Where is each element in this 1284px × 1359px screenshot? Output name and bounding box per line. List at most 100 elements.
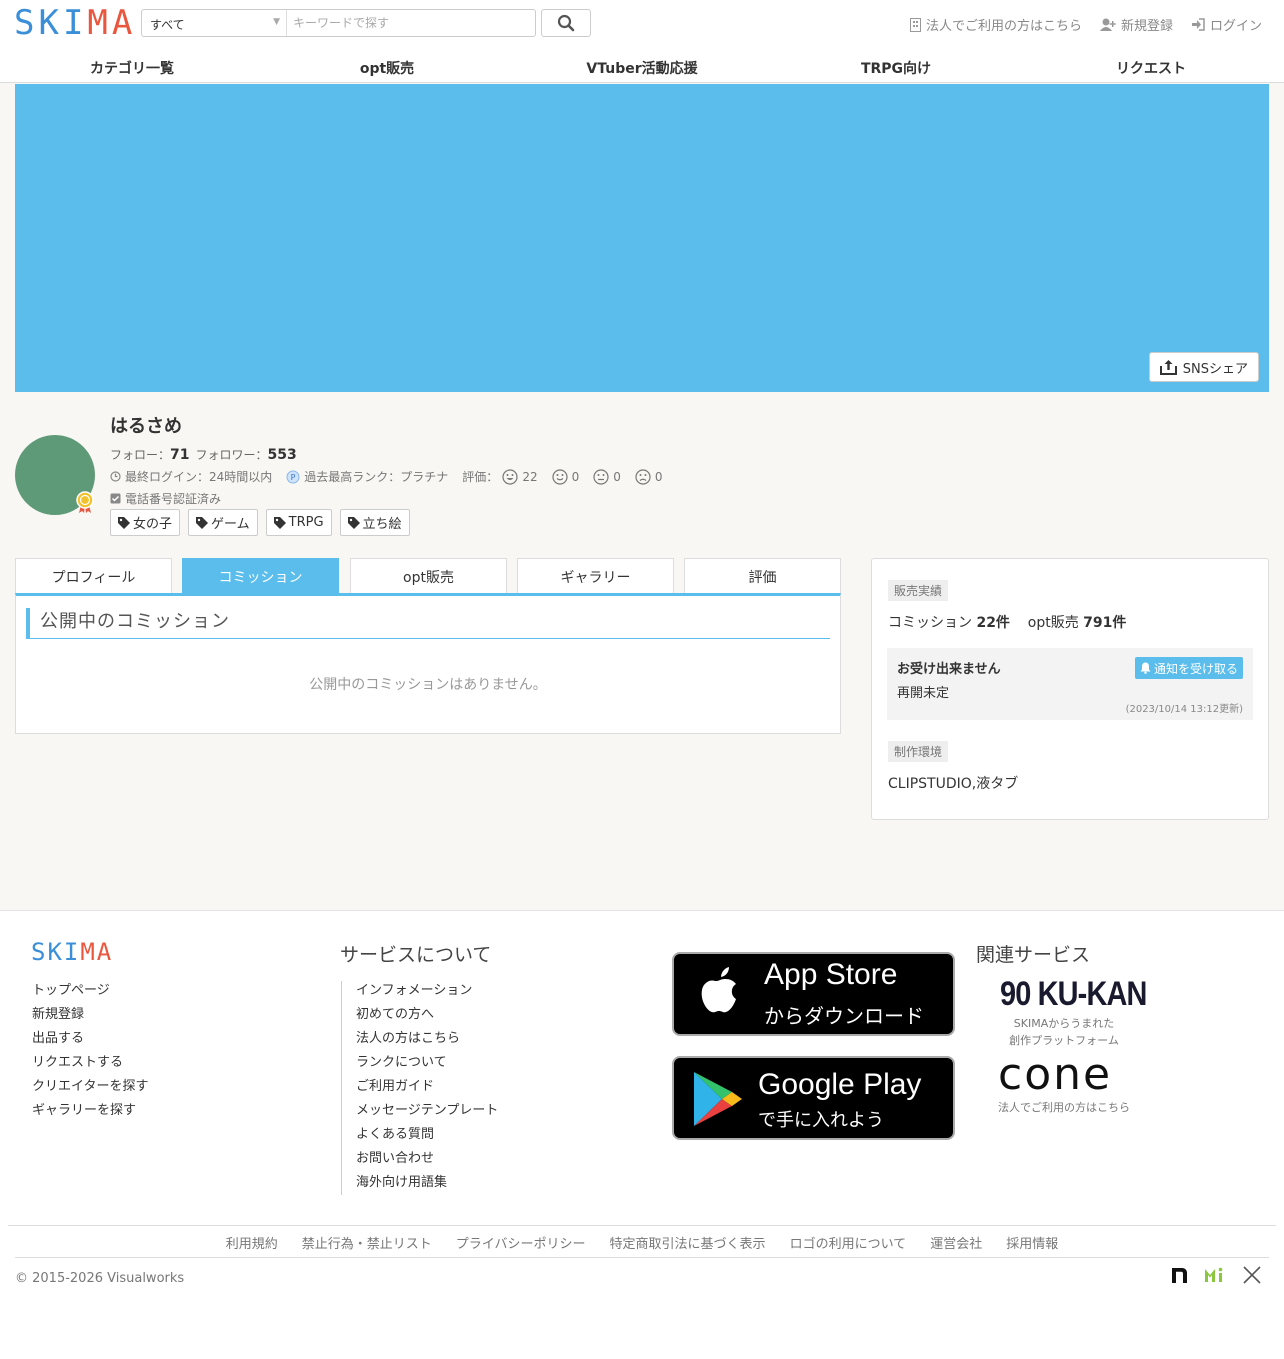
footer-bottom-link[interactable]: プライバシーポリシー — [456, 1233, 586, 1252]
sns-share-button[interactable]: SNSシェア — [1148, 352, 1259, 382]
footer-link[interactable]: インフォメーション — [356, 979, 498, 1003]
footer-bottom-link[interactable]: 採用情報 — [1006, 1233, 1058, 1252]
follower-count[interactable]: 553 — [268, 447, 297, 463]
tag-item[interactable]: 立ち絵 — [339, 509, 410, 536]
follow-count[interactable]: 71 — [170, 447, 189, 463]
site-header: SKIMA すべて ▼ 法人でご利用の方はこちら 新規登録 ログイン — [0, 0, 1284, 47]
footer-link[interactable]: 初めての方へ — [356, 1003, 498, 1027]
nav-item-trpg[interactable]: TRPG向け — [861, 58, 931, 78]
rank-text: 過去最高ランク：プラチナ — [304, 470, 449, 484]
search-category-select[interactable]: すべて ▼ — [142, 10, 287, 36]
tab-opt[interactable]: opt販売 — [350, 558, 507, 594]
opt-count: 791件 — [1083, 615, 1127, 631]
site-footer: SKIMA トップページ 新規登録 出品する リクエストする クリエイターを探す… — [0, 910, 1284, 1359]
kukan-logo[interactable]: 90 KU-KAN — [1000, 975, 1147, 1014]
google-play-button[interactable]: Google Play で手に入れよう — [672, 1056, 955, 1140]
notify-button[interactable]: 通知を受け取る — [1134, 657, 1243, 679]
sales-stats: コミッション 22件 opt販売 791件 — [888, 615, 1127, 631]
app-store-button[interactable]: App Store からダウンロード — [672, 952, 955, 1036]
rating-neutral: 0 — [613, 469, 621, 484]
footer-bottom-link[interactable]: 特定商取引法に基づく表示 — [610, 1233, 766, 1252]
tag-icon — [196, 516, 209, 529]
search-bar: すべて ▼ — [141, 9, 536, 37]
svg-text:P: P — [291, 473, 296, 482]
commission-panel: 公開中のコミッション 公開中のコミッションはありません。 — [15, 593, 841, 734]
tag-item[interactable]: TRPG — [265, 509, 332, 536]
rating-label: 評価： — [462, 470, 499, 484]
smile-very-good-icon — [502, 468, 518, 485]
phone-verified: 電話番号認証済み — [110, 490, 221, 507]
footer-bottom-link[interactable]: ロゴの利用について — [790, 1233, 907, 1252]
footer-main-links: トップページ 新規登録 出品する リクエストする クリエイターを探す ギャラリー… — [32, 979, 148, 1123]
footer-link[interactable]: ランクについて — [356, 1051, 498, 1075]
footer-link[interactable]: メッセージテンプレート — [356, 1099, 498, 1123]
search-category-value: すべて — [150, 18, 185, 32]
footer-link[interactable]: ご利用ガイド — [356, 1075, 498, 1099]
note-icon[interactable] — [1170, 1265, 1190, 1285]
tag-item[interactable]: 女の子 — [110, 509, 181, 536]
nav-item-opt[interactable]: opt販売 — [360, 58, 414, 78]
search-icon — [557, 14, 575, 32]
tag-item[interactable]: ゲーム — [188, 509, 258, 536]
tab-reviews[interactable]: 評価 — [684, 558, 841, 594]
building-icon — [909, 17, 921, 32]
search-input[interactable] — [287, 10, 535, 36]
tag-icon — [273, 516, 286, 529]
rank-icon: P — [286, 470, 300, 483]
google-play-icon — [694, 1072, 742, 1126]
user-plus-icon — [1099, 18, 1116, 31]
share-icon — [1159, 360, 1177, 375]
footer-link[interactable]: リクエストする — [32, 1051, 148, 1075]
x-twitter-icon[interactable] — [1242, 1265, 1262, 1285]
login-link[interactable]: ログイン — [1191, 15, 1262, 34]
footer-logo[interactable]: SKIMA — [31, 938, 113, 966]
empty-message: 公開中のコミッションはありません。 — [309, 677, 547, 693]
footer-bottom-link[interactable]: 利用規約 — [226, 1233, 278, 1252]
chevron-down-icon: ▼ — [273, 17, 280, 27]
last-login: 最終ログイン：24時間以内 — [125, 470, 273, 484]
footer-link[interactable]: 海外向け用語集 — [356, 1171, 498, 1195]
tag-icon — [118, 516, 130, 529]
status-line: 最終ログイン：24時間以内 P 過去最高ランク：プラチナ 評価： 22 0 0 … — [110, 468, 663, 485]
env-label: 制作環境 — [888, 741, 949, 762]
skima-logo[interactable]: SKIMA — [14, 5, 136, 41]
rating-very-good: 22 — [522, 469, 538, 484]
env-value: CLIPSTUDIO,液タブ — [888, 776, 1019, 792]
header-links: 法人でご利用の方はこちら 新規登録 ログイン — [909, 15, 1262, 34]
footer-bottom-link[interactable]: 運営会社 — [930, 1233, 982, 1252]
availability-notice: お受け出来ません 再開未定 (2023/10/14 13:12更新) 通知を受け… — [887, 648, 1253, 720]
service-heading: サービスについて — [340, 944, 492, 966]
sign-in-icon — [1191, 18, 1205, 31]
footer-link[interactable]: 法人の方はこちら — [356, 1027, 498, 1051]
footer-bottom-link[interactable]: 禁止行為・禁止リスト — [302, 1233, 432, 1252]
nav-item-categories[interactable]: カテゴリ一覧 — [90, 58, 174, 78]
bell-icon — [1140, 662, 1151, 674]
cone-logo[interactable]: cone — [998, 1053, 1112, 1097]
neutral-face-icon — [593, 468, 609, 485]
register-link[interactable]: 新規登録 — [1099, 15, 1173, 34]
notice-updated: (2023/10/14 13:12更新) — [1125, 704, 1243, 715]
footer-link[interactable]: ギャラリーを探す — [32, 1099, 148, 1123]
footer-link[interactable]: クリエイターを探す — [32, 1075, 148, 1099]
tab-profile[interactable]: プロフィール — [15, 558, 172, 594]
tab-gallery[interactable]: ギャラリー — [517, 558, 674, 594]
nav-item-request[interactable]: リクエスト — [1116, 58, 1186, 78]
smile-good-icon — [551, 468, 568, 485]
cone-sub: 法人でご利用の方はこちら — [998, 1101, 1130, 1114]
commission-count: 22件 — [976, 615, 1010, 631]
footer-divider — [15, 1257, 1269, 1258]
search-button[interactable] — [541, 9, 591, 37]
footer-link[interactable]: 新規登録 — [32, 1003, 148, 1027]
sales-label: 販売実績 — [888, 580, 949, 601]
footer-divider — [8, 1225, 1276, 1226]
nav-item-vtuber[interactable]: VTuber活動応援 — [586, 58, 697, 78]
tab-commission[interactable]: コミッション — [182, 558, 339, 594]
footer-link[interactable]: お問い合わせ — [356, 1147, 498, 1171]
corporate-link[interactable]: 法人でご利用の方はこちら — [909, 15, 1082, 34]
mi-icon[interactable] — [1204, 1266, 1228, 1284]
footer-link[interactable]: よくある質問 — [356, 1123, 498, 1147]
medal-icon — [76, 491, 94, 513]
footer-link[interactable]: 出品する — [32, 1027, 148, 1051]
footer-link[interactable]: トップページ — [32, 979, 148, 1003]
apple-icon — [701, 967, 736, 1013]
